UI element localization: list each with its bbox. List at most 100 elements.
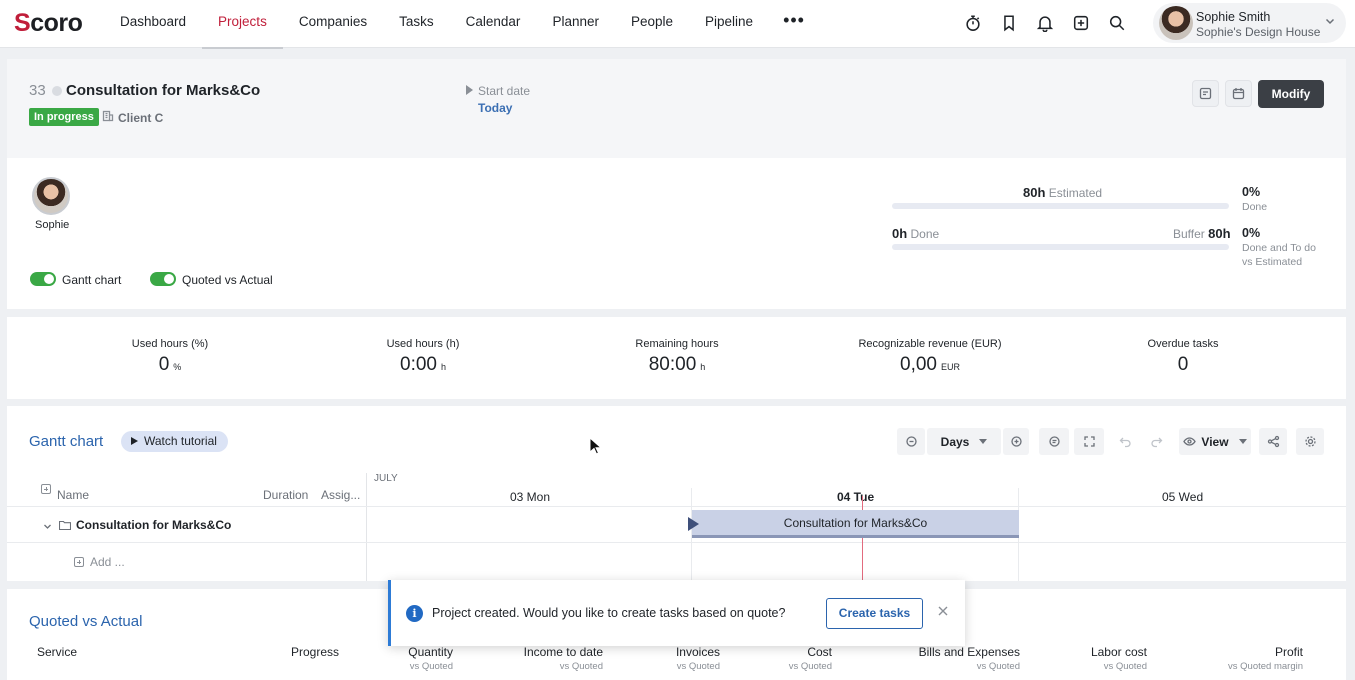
client-link[interactable]: Client C — [118, 111, 163, 125]
pct-done-label: Done — [1242, 201, 1268, 213]
nav-dashboard[interactable]: Dashboard — [104, 0, 202, 48]
folder-icon — [58, 519, 72, 531]
avatar[interactable] — [32, 177, 70, 215]
metrics-bar: Used hours (%) 0% Used hours (h) 0:00 h R… — [7, 317, 1346, 399]
start-date-marker-icon — [466, 85, 473, 95]
eye-icon — [1183, 437, 1197, 446]
bookmark-icon[interactable] — [996, 10, 1022, 36]
fullscreen-button[interactable] — [1074, 428, 1104, 455]
toast-message: Project created. Would you like to creat… — [432, 606, 786, 620]
nav-pipeline[interactable]: Pipeline — [689, 0, 769, 48]
scoro-logo[interactable]: Scoro — [14, 9, 83, 38]
comment-icon — [1048, 436, 1060, 447]
calendar-button[interactable] — [1225, 80, 1252, 107]
notification-toast: i Project created. Would you like to cre… — [388, 580, 965, 646]
col-duration[interactable]: Duration — [263, 488, 308, 502]
gantt-task-bar[interactable]: Consultation for Marks&Co — [692, 510, 1019, 538]
undo-icon — [1119, 437, 1131, 448]
user-avatar — [1159, 6, 1193, 40]
nav-tasks[interactable]: Tasks — [383, 0, 450, 48]
project-color-dot — [52, 86, 62, 96]
team-member-name: Sophie — [35, 219, 70, 231]
view-menu[interactable]: View — [1179, 428, 1251, 455]
start-date-label: Start date — [478, 84, 531, 98]
gear-icon — [1304, 436, 1316, 447]
metric-used-hours: Used hours (h) 0:00 h — [386, 338, 460, 375]
modify-button[interactable]: Modify — [1258, 80, 1324, 108]
chevron-down-icon — [1324, 15, 1336, 27]
info-icon: i — [406, 605, 423, 622]
user-menu[interactable]: Sophie Smith Sophie's Design House — [1153, 3, 1346, 43]
grid-line — [7, 542, 1346, 543]
qa-col-bills: Bills and Expenses vs Quoted — [918, 645, 1020, 672]
task-row-name[interactable]: Consultation for Marks&Co — [76, 518, 231, 532]
chevron-down-icon[interactable] — [43, 520, 52, 529]
quoted-vs-actual-toggle[interactable] — [150, 272, 176, 286]
zoom-out-button[interactable] — [897, 428, 925, 455]
pct-todo-value: 0% — [1242, 226, 1261, 240]
qa-col-service: Service — [37, 645, 78, 659]
redo-button[interactable] — [1143, 428, 1169, 455]
nav-people[interactable]: People — [615, 0, 689, 48]
zoom-out-icon — [905, 436, 917, 447]
start-date-value[interactable]: Today — [478, 101, 512, 115]
add-task-button[interactable]: Add ... — [90, 555, 125, 569]
pct-todo-sublabel: vs Estimated — [1242, 256, 1303, 268]
close-icon[interactable] — [937, 605, 951, 619]
metric-revenue: Recognizable revenue (EUR) 0,00 EUR — [858, 338, 1002, 375]
document-button[interactable] — [1192, 80, 1219, 107]
search-icon[interactable] — [1104, 10, 1130, 36]
share-icon — [1267, 435, 1279, 448]
gantt-chart-toggle[interactable] — [30, 272, 56, 286]
project-start-marker-icon — [688, 517, 699, 531]
undo-button[interactable] — [1112, 428, 1138, 455]
timeline-day-today: 04 Tue — [837, 490, 875, 504]
today-line — [862, 496, 863, 581]
estimated-hours: 80h Estimated — [1023, 185, 1103, 200]
nav-projects[interactable]: Projects — [202, 0, 283, 49]
play-icon — [131, 437, 138, 445]
timeline-day: 03 Mon — [510, 490, 551, 504]
qa-col-invoices: Invoices vs Quoted — [675, 645, 720, 672]
fullscreen-icon — [1083, 436, 1095, 447]
col-name[interactable]: Name — [57, 488, 89, 502]
watch-tutorial-button[interactable]: Watch tutorial — [121, 431, 228, 452]
zoom-in-icon — [1010, 436, 1022, 447]
scale-select[interactable]: Days — [927, 428, 1001, 455]
metric-remaining-hours: Remaining hours 80:00 h — [635, 338, 719, 375]
zoom-in-button[interactable] — [1003, 428, 1029, 455]
gantt-title: Gantt chart — [29, 433, 104, 450]
qa-col-progress: Progress — [291, 645, 340, 659]
nav-planner[interactable]: Planner — [536, 0, 615, 48]
comment-button[interactable] — [1039, 428, 1069, 455]
metric-used-hours-pct: Used hours (%) 0% — [131, 338, 209, 375]
gantt-chart-toggle-label: Gantt chart — [62, 273, 122, 287]
nav-calendar[interactable]: Calendar — [450, 0, 537, 48]
quoted-vs-actual-toggle-label: Quoted vs Actual — [182, 273, 273, 287]
gantt-section: Gantt chart Watch tutorial Days View Nam… — [7, 406, 1346, 581]
caret-down-icon — [979, 439, 988, 444]
nav-companies[interactable]: Companies — [283, 0, 383, 48]
top-actions — [960, 10, 1130, 36]
add-task-icon[interactable] — [74, 557, 84, 567]
col-assignee[interactable]: Assig... — [321, 488, 360, 502]
metric-overdue-tasks: Overdue tasks 0 — [1147, 338, 1219, 375]
stopwatch-icon[interactable] — [960, 10, 986, 36]
qa-title: Quoted vs Actual — [29, 613, 143, 630]
qa-col-income: Income to date vs Quoted — [523, 645, 603, 672]
nav-more-button[interactable]: ••• — [769, 0, 819, 48]
mouse-cursor-icon — [589, 436, 603, 455]
pct-todo-label: Done and To do — [1242, 242, 1316, 254]
settings-button[interactable] — [1296, 428, 1324, 455]
status-badge[interactable]: In progress — [29, 108, 99, 126]
main-nav: Dashboard Projects Companies Tasks Calen… — [104, 0, 819, 49]
user-company: Sophie's Design House — [1196, 25, 1321, 39]
create-tasks-button[interactable]: Create tasks — [826, 598, 923, 629]
project-overview: Sophie Gantt chart Quoted vs Actual 80h … — [7, 158, 1346, 309]
add-column-icon[interactable] — [41, 484, 51, 494]
share-button[interactable] — [1259, 428, 1287, 455]
bell-icon[interactable] — [1032, 10, 1058, 36]
project-header: 33 Consultation for Marks&Co In progress… — [7, 59, 1346, 158]
plus-square-icon[interactable] — [1068, 10, 1094, 36]
grid-line — [7, 506, 1346, 507]
